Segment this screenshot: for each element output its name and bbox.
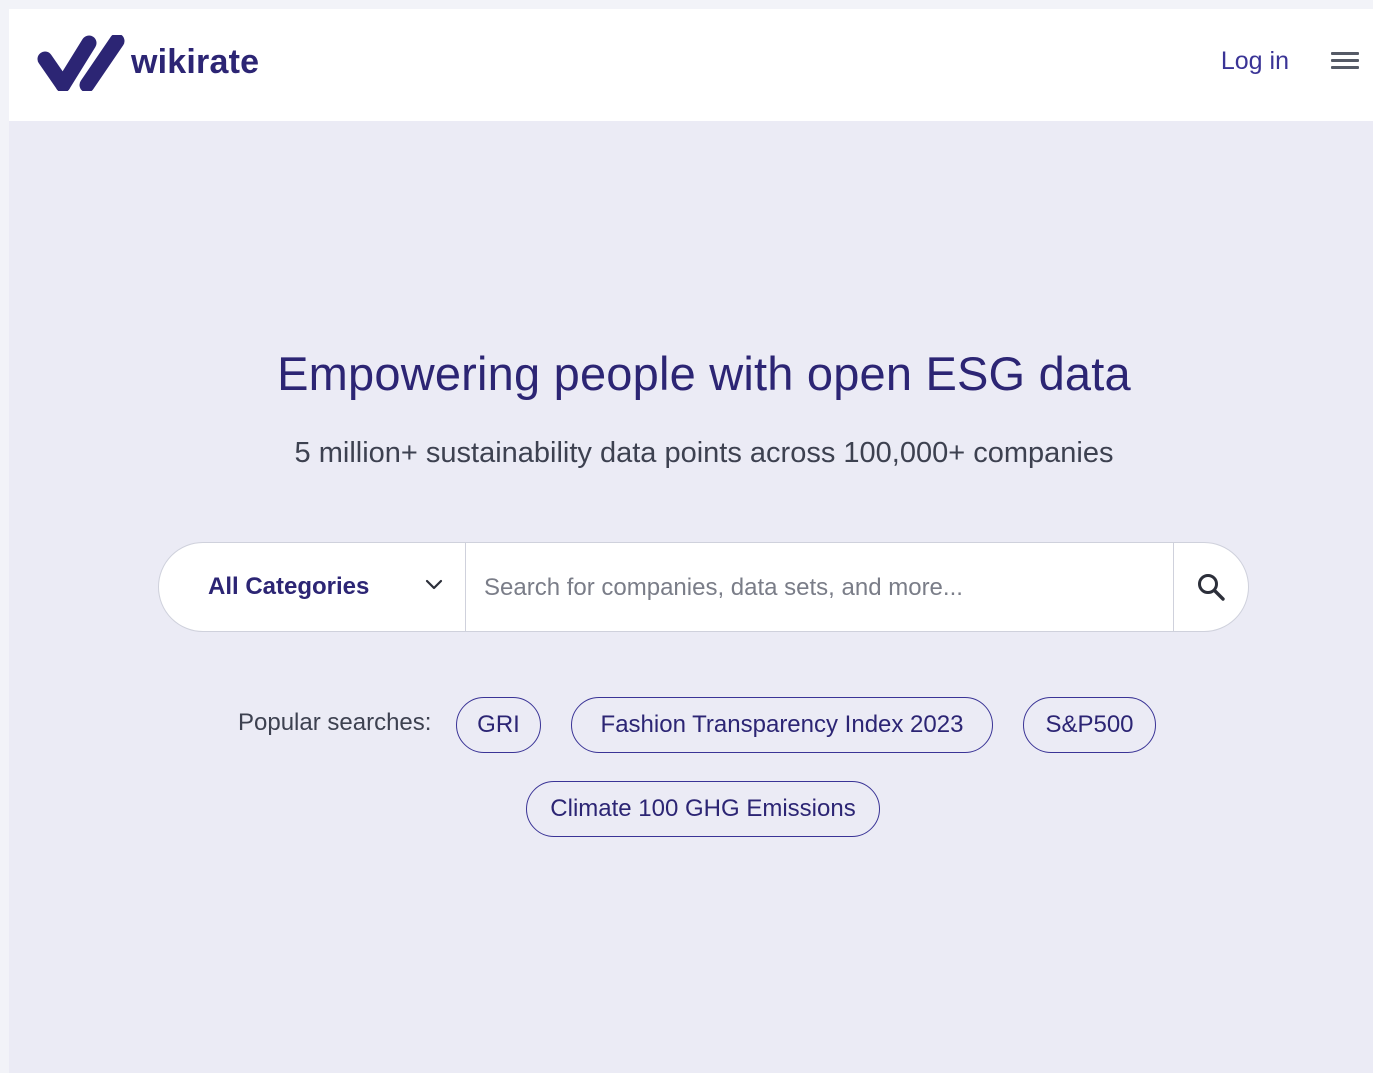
top-navigation-bar: wikirate Log in	[9, 9, 1373, 121]
popular-search-pill[interactable]: Climate 100 GHG Emissions	[526, 781, 880, 837]
search-button[interactable]	[1173, 543, 1248, 631]
hero-subtitle: 5 million+ sustainability data points ac…	[294, 437, 1114, 469]
search-input[interactable]	[466, 543, 1173, 631]
category-selected-label: All Categories	[208, 573, 370, 600]
popular-searches-label: Popular searches:	[238, 709, 432, 736]
popular-search-pill[interactable]: GRI	[456, 697, 541, 753]
login-link[interactable]: Log in	[1221, 47, 1289, 76]
popular-search-pill[interactable]: S&P500	[1023, 697, 1156, 753]
page: wikirate Log in Empowering people with o…	[9, 9, 1373, 1073]
popular-search-pill[interactable]: Fashion Transparency Index 2023	[571, 697, 993, 753]
hamburger-menu-icon[interactable]	[1331, 50, 1361, 74]
search-bar: All Categories	[158, 542, 1249, 632]
search-icon	[1198, 574, 1225, 601]
category-dropdown[interactable]: All Categories	[159, 543, 466, 631]
logo[interactable]: wikirate	[37, 35, 259, 91]
logo-text: wikirate	[131, 42, 260, 81]
chevron-down-icon	[425, 579, 443, 590]
wikirate-logo-icon	[37, 35, 125, 91]
hero-title: Empowering people with open ESG data	[277, 347, 1131, 400]
